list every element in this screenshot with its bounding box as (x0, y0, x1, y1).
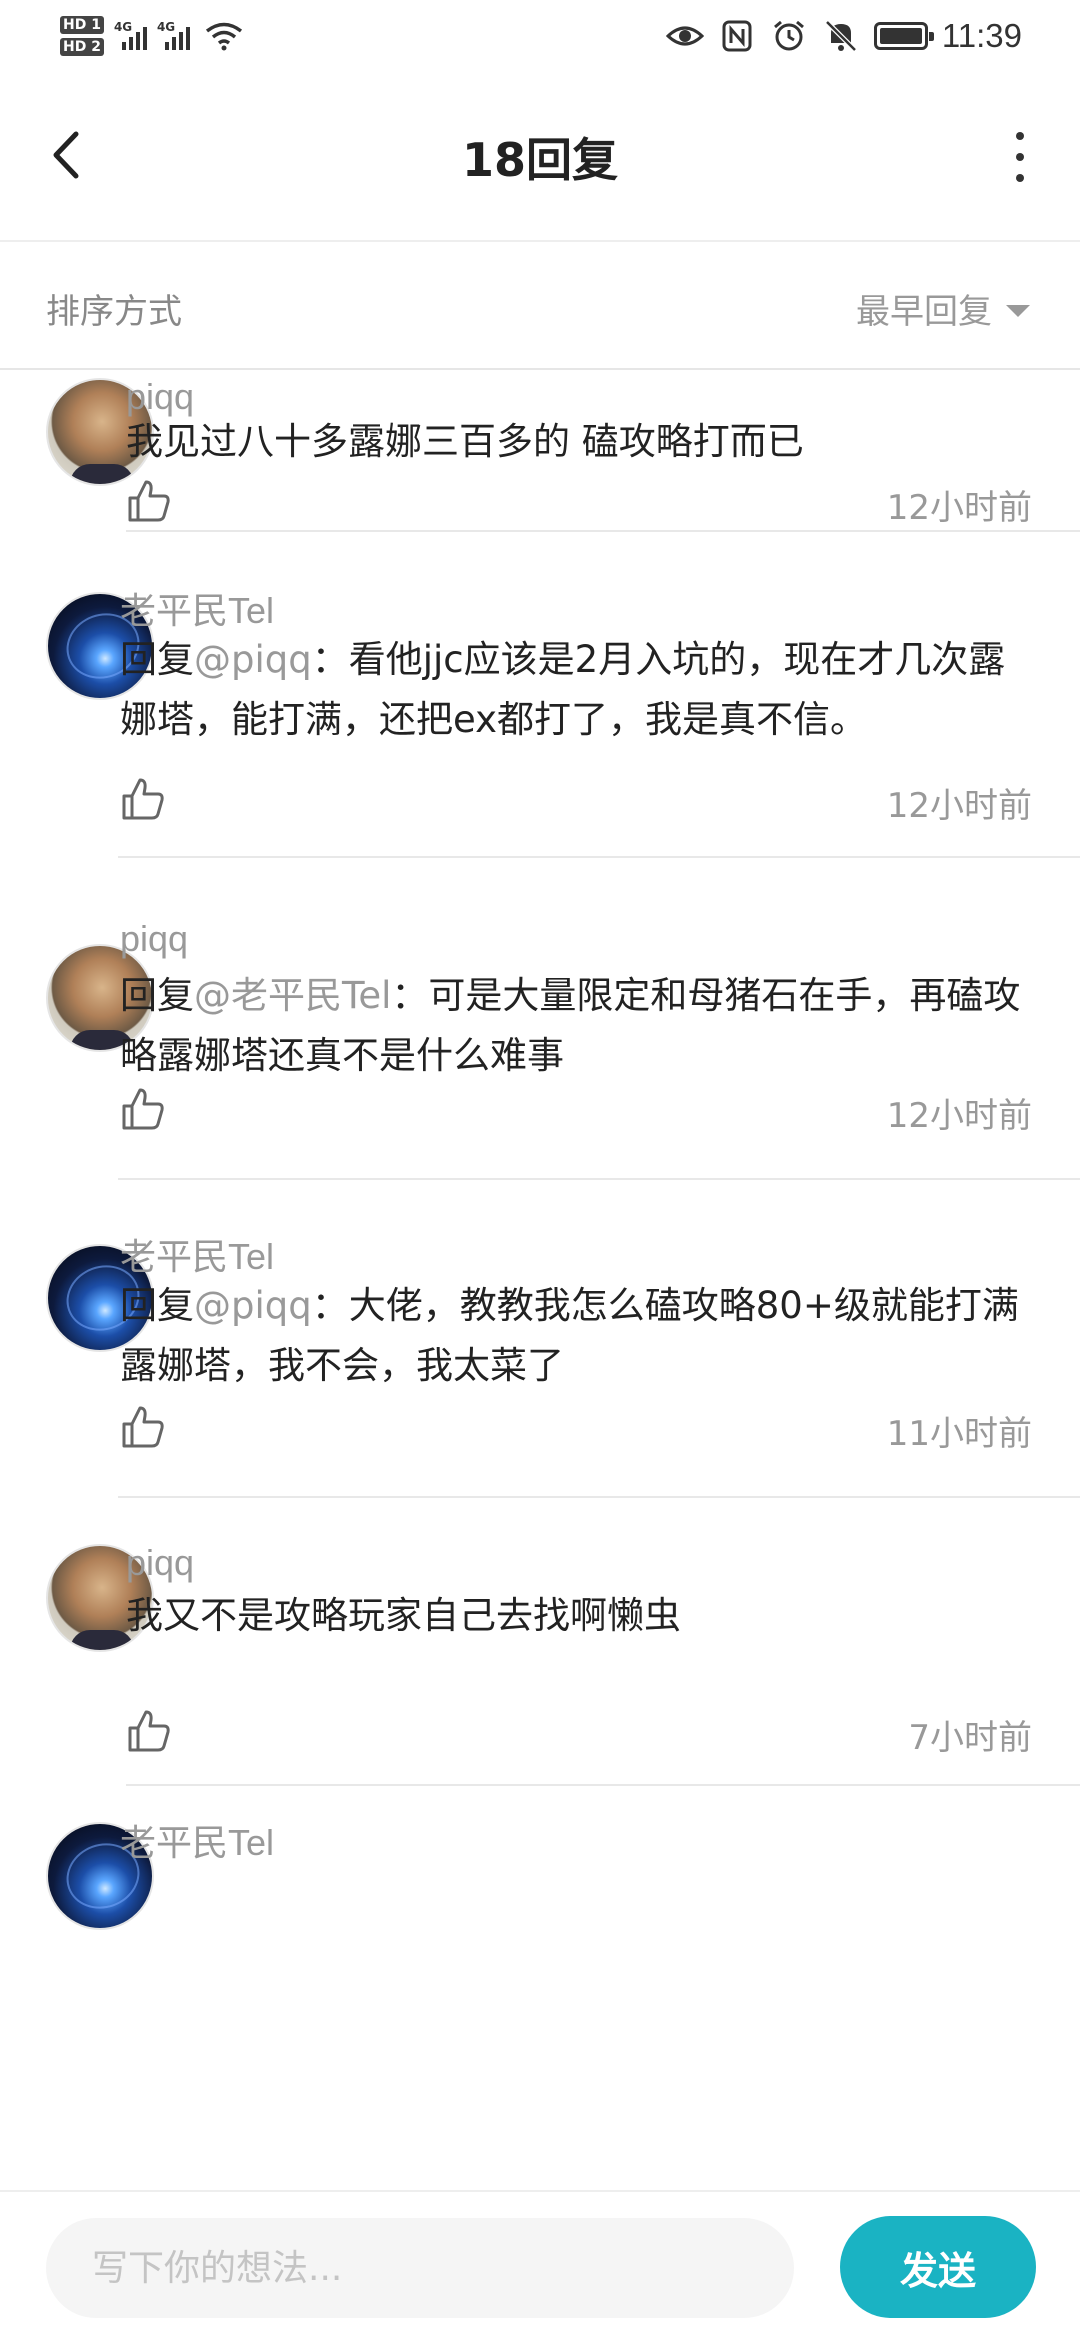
comment-divider (126, 1784, 1080, 1786)
eye-icon (665, 26, 704, 46)
comment-text: 我又不是攻略玩家自己去找啊懒虫 (126, 1594, 681, 1637)
comment-item[interactable]: piqq 回复@老平民Tel：可是大量限定和母猪石在手，再磕攻略露娜塔还真不是什么… (0, 860, 1080, 1180)
mention-link[interactable]: @piqq (194, 638, 312, 681)
reply-input[interactable] (46, 2218, 794, 2318)
sort-selected-value: 最早回复 (856, 292, 992, 332)
network-type-1: 4G (113, 20, 133, 34)
comment-time: 12小时前 (886, 1096, 1032, 1136)
comment-body: 回复@piqq：看他jjc应该是2月入坑的，现在才几次露娜塔，能打满，还把ex都… (120, 630, 1040, 750)
comment-body: 回复@piqq：大佬，教教我怎么磕攻略80+级就能打满露娜塔，我不会，我太菜了 (120, 1276, 1040, 1396)
sort-label: 排序方式 (46, 292, 182, 332)
sim-indicators: HD 1 HD 2 (60, 16, 104, 56)
comment-item[interactable]: piqq 我见过八十多露娜三百多的 磕攻略打而已 12小时前 (0, 372, 1080, 532)
mention-link[interactable]: @piqq (194, 1284, 312, 1327)
mute-icon (825, 20, 857, 52)
comment-item[interactable]: 老平民Tel 回复@piqq：大佬，教教我怎么磕攻略80+级就能打满露娜塔，我不会… (0, 1180, 1080, 1498)
comment-divider (118, 1496, 1080, 1498)
thumbs-up-icon[interactable] (120, 1404, 166, 1450)
composer-bar: 发送 (0, 2190, 1080, 2340)
status-bar: HD 1 HD 2 4G 4G 11:39 (0, 0, 1080, 72)
status-right: 11:39 (665, 17, 1022, 55)
more-vertical-icon[interactable] (1010, 132, 1030, 182)
sim1-badge: HD 1 (60, 16, 104, 34)
signal-2-icon: 4G (157, 20, 190, 50)
comment-username[interactable]: 老平民Tel (120, 582, 274, 634)
comment-divider (118, 856, 1080, 858)
comment-item[interactable]: 老平民Tel (0, 1808, 1080, 1968)
signal-1-icon: 4G (114, 20, 147, 50)
sort-dropdown[interactable]: 最早回复 (856, 284, 1030, 333)
nfc-icon (722, 20, 752, 52)
thumbs-up-icon[interactable] (120, 776, 166, 822)
sim2-badge: HD 2 (60, 38, 104, 56)
comment-time: 11小时前 (886, 1414, 1032, 1454)
comment-time: 7小时前 (908, 1718, 1032, 1758)
comment-text: 我见过八十多露娜三百多的 磕攻略打而已 (126, 420, 804, 463)
comment-body: 回复@老平民Tel：可是大量限定和母猪石在手，再磕攻略露娜塔还真不是什么难事 (120, 966, 1040, 1086)
mention-link[interactable]: @老平民Tel (194, 974, 391, 1017)
title-bar: 18回复 (0, 72, 1080, 242)
clock: 11:39 (941, 17, 1022, 54)
reply-prefix: 回复 (120, 974, 194, 1017)
comment-username[interactable]: piqq (120, 918, 188, 960)
reply-prefix: 回复 (120, 638, 194, 681)
comment-body: 我又不是攻略玩家自己去找啊懒虫 (126, 1586, 1040, 1646)
sort-bar: 排序方式 最早回复 (0, 242, 1080, 370)
thumbs-up-icon[interactable] (120, 1086, 166, 1132)
network-type-2: 4G (156, 20, 176, 34)
status-left: HD 1 HD 2 4G 4G (60, 16, 244, 56)
comment-body: 我见过八十多露娜三百多的 磕攻略打而已 (126, 412, 1040, 472)
battery-icon (873, 22, 934, 50)
comment-item[interactable]: 老平民Tel 回复@piqq：看他jjc应该是2月入坑的，现在才几次露娜塔，能打满… (0, 532, 1080, 858)
send-button[interactable]: 发送 (840, 2216, 1036, 2318)
comment-item[interactable]: piqq 我又不是攻略玩家自己去找啊懒虫 7小时前 (0, 1500, 1080, 1786)
caret-down-icon (1006, 304, 1030, 317)
comment-list[interactable]: piqq 我见过八十多露娜三百多的 磕攻略打而已 12小时前 老平民Tel 回复@piq… (0, 372, 1080, 2190)
alarm-icon (773, 20, 804, 51)
comment-username[interactable]: 老平民Tel (120, 1228, 274, 1280)
thumbs-up-icon[interactable] (126, 478, 172, 524)
comment-time: 12小时前 (886, 488, 1032, 528)
comment-username[interactable]: 老平民Tel (120, 1814, 274, 1866)
page-title: 18回复 (461, 133, 618, 187)
reply-prefix: 回复 (120, 1284, 194, 1327)
thumbs-up-icon[interactable] (126, 1708, 172, 1754)
wifi-icon (205, 22, 243, 51)
comment-username[interactable]: piqq (126, 1542, 194, 1584)
comment-time: 12小时前 (886, 786, 1032, 826)
